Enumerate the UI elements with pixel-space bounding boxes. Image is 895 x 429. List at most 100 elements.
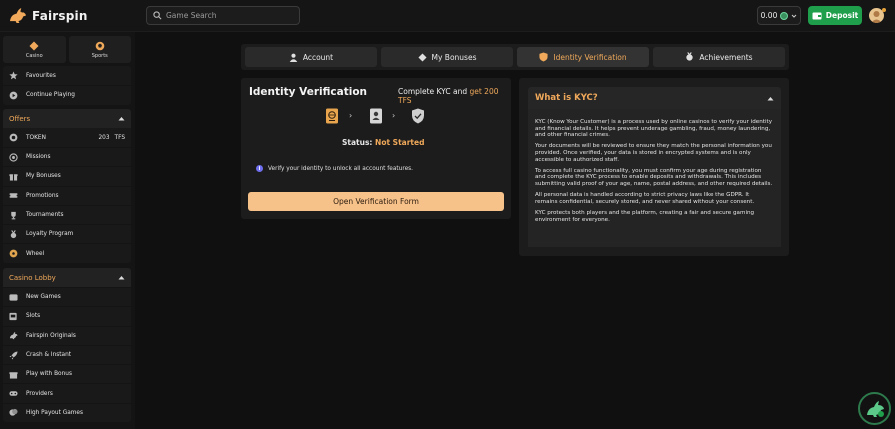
- sidebar-item-favourites[interactable]: Favourites: [3, 66, 131, 85]
- faq-paragraph: Your documents will be reviewed to ensur…: [535, 143, 772, 163]
- sidebar-item-label: New Games: [26, 294, 61, 301]
- currency-coin-icon: [780, 11, 789, 20]
- sidebar-item-crash-instant[interactable]: Crash & Instant: [3, 344, 131, 364]
- dice-icon: [417, 52, 427, 62]
- tab-label: Identity Verification: [553, 52, 627, 62]
- tab-account[interactable]: Account: [245, 47, 377, 67]
- sidebar-tab-label: Casino: [25, 52, 43, 59]
- open-verification-form-button[interactable]: Open Verification Form: [248, 192, 504, 211]
- faq-paragraph: All personal data is handled according t…: [535, 192, 755, 205]
- tab-identity-verification[interactable]: Identity Verification: [517, 47, 649, 67]
- kangaroo-chat-icon: [866, 400, 884, 417]
- trophy-icon: [9, 211, 18, 220]
- kyc-reward-text: Complete KYC and get 200 TFS: [398, 87, 511, 105]
- wheel-icon: [9, 249, 18, 258]
- sidebar-item-continue-playing[interactable]: Continue Playing: [3, 85, 131, 104]
- sidebar-item-fairspin-originals[interactable]: Fairspin Originals: [3, 325, 131, 345]
- faq-paragraph: KYC protects both players and the platfo…: [535, 209, 755, 223]
- balance-amount: 0.00: [760, 11, 778, 20]
- offers-header[interactable]: Offers: [3, 109, 131, 128]
- token-label: TOKEN: [26, 134, 46, 141]
- selfie-document-icon: [370, 108, 382, 124]
- coins-icon: [9, 408, 18, 417]
- user-icon: [289, 53, 298, 62]
- brand-logo[interactable]: Fairspin: [8, 7, 88, 24]
- sidebar-item-label: Crash & Instant: [26, 352, 72, 359]
- chevron-right-icon: ›: [349, 111, 353, 120]
- search-input[interactable]: [166, 11, 296, 20]
- info-icon: i: [256, 165, 263, 172]
- wallet-icon: [812, 12, 822, 20]
- play-circle-icon: [9, 91, 18, 100]
- shield-icon: [539, 52, 548, 62]
- tab-label: My Bonuses: [431, 52, 477, 62]
- sidebar-item-label: Favourites: [26, 72, 56, 79]
- sidebar-item-slots[interactable]: Slots: [3, 306, 131, 325]
- kyc-faq-header[interactable]: What is KYC?: [528, 87, 781, 109]
- sidebar-item-new-games[interactable]: New Games: [3, 287, 131, 306]
- step-document-globe: [325, 108, 339, 124]
- chevron-up-icon: [118, 117, 125, 121]
- sidebar-item-play-with-bonus[interactable]: Play with Bonus: [3, 364, 131, 383]
- sidebar-item-providers[interactable]: Providers: [3, 383, 131, 402]
- sidebar-tab-label: Sports: [91, 52, 108, 59]
- sidebar-tab-casino[interactable]: Casino: [3, 36, 66, 63]
- gamepad-icon: [9, 389, 18, 398]
- tab-my-bonuses[interactable]: My Bonuses: [381, 47, 513, 67]
- token-row[interactable]: TOKEN 203 TFS: [3, 128, 131, 147]
- status-label: Status:: [342, 138, 376, 147]
- sidebar-item-promotions[interactable]: Promotions: [3, 185, 131, 205]
- sidebar-item-label: Tournaments: [26, 212, 64, 219]
- sidebar-item-tournaments[interactable]: Tournaments: [3, 204, 131, 224]
- sidebar-offers-group: Offers TOKEN 203 TFS Missions My Bonuses…: [3, 109, 131, 263]
- tab-label: Account: [302, 52, 334, 62]
- tab-achievements[interactable]: Achievements: [653, 47, 785, 67]
- top-header: Fairspin 0.00 Deposit: [0, 0, 895, 32]
- sidebar-item-my-bonuses[interactable]: My Bonuses: [3, 166, 131, 185]
- sidebar-lobby-group: Casino Lobby New Games Slots Fairspin Or…: [3, 268, 131, 423]
- step-document-selfie: [369, 108, 383, 124]
- casino-lobby-header[interactable]: Casino Lobby: [3, 268, 131, 287]
- sidebar-item-label: Continue Playing: [26, 92, 75, 99]
- verification-status: Status: Not Started: [342, 138, 424, 147]
- sidebar: Casino Sports Favourites Continue Playin…: [0, 32, 135, 429]
- sidebar-item-label: Fairspin Originals: [26, 332, 76, 339]
- step-verified-shield: [411, 108, 425, 124]
- sidebar-item-label: Missions: [26, 154, 51, 161]
- faq-paragraph: KYC (Know Your Customer) is a process us…: [535, 119, 773, 139]
- kangaroo-logo-icon: [9, 7, 26, 24]
- sidebar-tab-sports[interactable]: Sports: [68, 36, 131, 63]
- status-value: Not Started: [375, 138, 425, 147]
- gift-icon: [9, 172, 18, 181]
- kyc-faq-body: KYC (Know Your Customer) is a process us…: [528, 109, 781, 247]
- token-unit: TFS: [114, 134, 125, 141]
- sidebar-item-label: My Bonuses: [26, 173, 61, 180]
- id-document-icon: [326, 108, 338, 124]
- faq-paragraph: To access full casino functionality, you…: [535, 167, 773, 187]
- offers-title: Offers: [9, 114, 31, 123]
- notification-dot: [882, 8, 886, 12]
- sidebar-item-label: Wheel: [26, 250, 45, 257]
- casino-icon: [29, 41, 39, 50]
- token-balance: 203 TFS: [98, 135, 125, 141]
- identity-verification-title: Identity Verification: [249, 86, 368, 98]
- target-icon: [9, 153, 18, 162]
- soccer-ball-icon: [95, 41, 105, 50]
- sidebar-item-label: Play with Bonus: [26, 371, 72, 378]
- info-text: Verify your identity to unlock all accou…: [268, 165, 414, 172]
- support-chat-button[interactable]: [858, 392, 891, 425]
- sidebar-item-high-payout-games[interactable]: High Payout Games: [3, 402, 131, 422]
- new-badge-icon: [9, 293, 18, 302]
- game-search-box[interactable]: [146, 6, 300, 25]
- sidebar-item-label: Providers: [26, 390, 53, 397]
- sidebar-item-loyalty-program[interactable]: Loyalty Program: [3, 224, 131, 243]
- balance-selector[interactable]: 0.00: [757, 6, 801, 25]
- sidebar-item-wheel[interactable]: Wheel: [3, 243, 131, 262]
- star-icon: [9, 71, 18, 80]
- sidebar-item-label: Slots: [26, 313, 41, 320]
- profile-tabs: Account My Bonuses Identity Verification…: [241, 44, 789, 70]
- verification-info: i Verify your identity to unlock all acc…: [256, 165, 413, 172]
- deposit-label: Deposit: [825, 11, 859, 20]
- deposit-button[interactable]: Deposit: [808, 6, 862, 25]
- sidebar-item-missions[interactable]: Missions: [3, 147, 131, 166]
